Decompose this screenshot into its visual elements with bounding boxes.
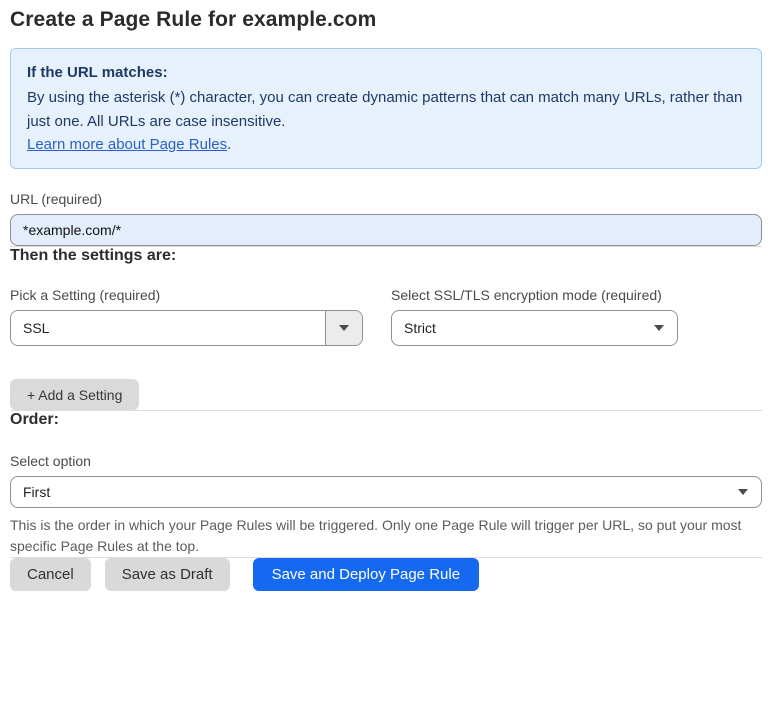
- url-match-info-box: If the URL matches: By using the asteris…: [10, 48, 762, 169]
- learn-more-link[interactable]: Learn more about Page Rules: [27, 136, 227, 153]
- link-suffix: .: [227, 135, 232, 153]
- mode-select-arrow: [654, 311, 677, 345]
- info-box-heading: If the URL matches:: [27, 64, 168, 81]
- url-field-label: URL (required): [10, 191, 103, 207]
- form-actions: Cancel Save as Draft Save and Deploy Pag…: [10, 558, 762, 591]
- setting-select-value: SSL: [23, 320, 50, 336]
- add-setting-button[interactable]: + Add a Setting: [10, 379, 140, 410]
- order-select-arrow: [738, 477, 761, 507]
- setting-select[interactable]: SSL: [10, 310, 363, 346]
- chevron-down-icon: [339, 325, 349, 331]
- save-and-deploy-button[interactable]: Save and Deploy Page Rule: [252, 558, 480, 591]
- mode-select-group: Select SSL/TLS encryption mode (required…: [391, 287, 678, 346]
- url-input[interactable]: [10, 214, 762, 246]
- mode-select-value: Strict: [404, 320, 436, 336]
- chevron-down-icon: [738, 489, 748, 495]
- setting-select-group: Pick a Setting (required) SSL: [10, 287, 363, 346]
- info-box-body: By using the asterisk (*) character, you…: [27, 89, 743, 130]
- order-section-heading: Order:: [10, 411, 59, 428]
- settings-section-heading: Then the settings are:: [10, 247, 177, 264]
- chevron-down-icon: [654, 325, 664, 331]
- order-select-label: Select option: [10, 453, 91, 469]
- info-box-link-line: Learn more about Page Rules.: [27, 133, 745, 156]
- order-select-value: First: [23, 484, 51, 500]
- setting-select-arrow-button[interactable]: [325, 311, 362, 345]
- cancel-button[interactable]: Cancel: [10, 558, 91, 591]
- mode-select[interactable]: Strict: [391, 310, 678, 346]
- setting-select-label: Pick a Setting (required): [10, 287, 161, 303]
- settings-row: Pick a Setting (required) SSL Select SSL…: [10, 287, 762, 346]
- mode-select-label: Select SSL/TLS encryption mode (required…: [391, 287, 662, 303]
- order-help-text: This is the order in which your Page Rul…: [10, 517, 742, 554]
- save-as-draft-button[interactable]: Save as Draft: [104, 558, 230, 591]
- order-select[interactable]: First: [10, 476, 762, 508]
- page-title: Create a Page Rule for example.com: [10, 8, 377, 31]
